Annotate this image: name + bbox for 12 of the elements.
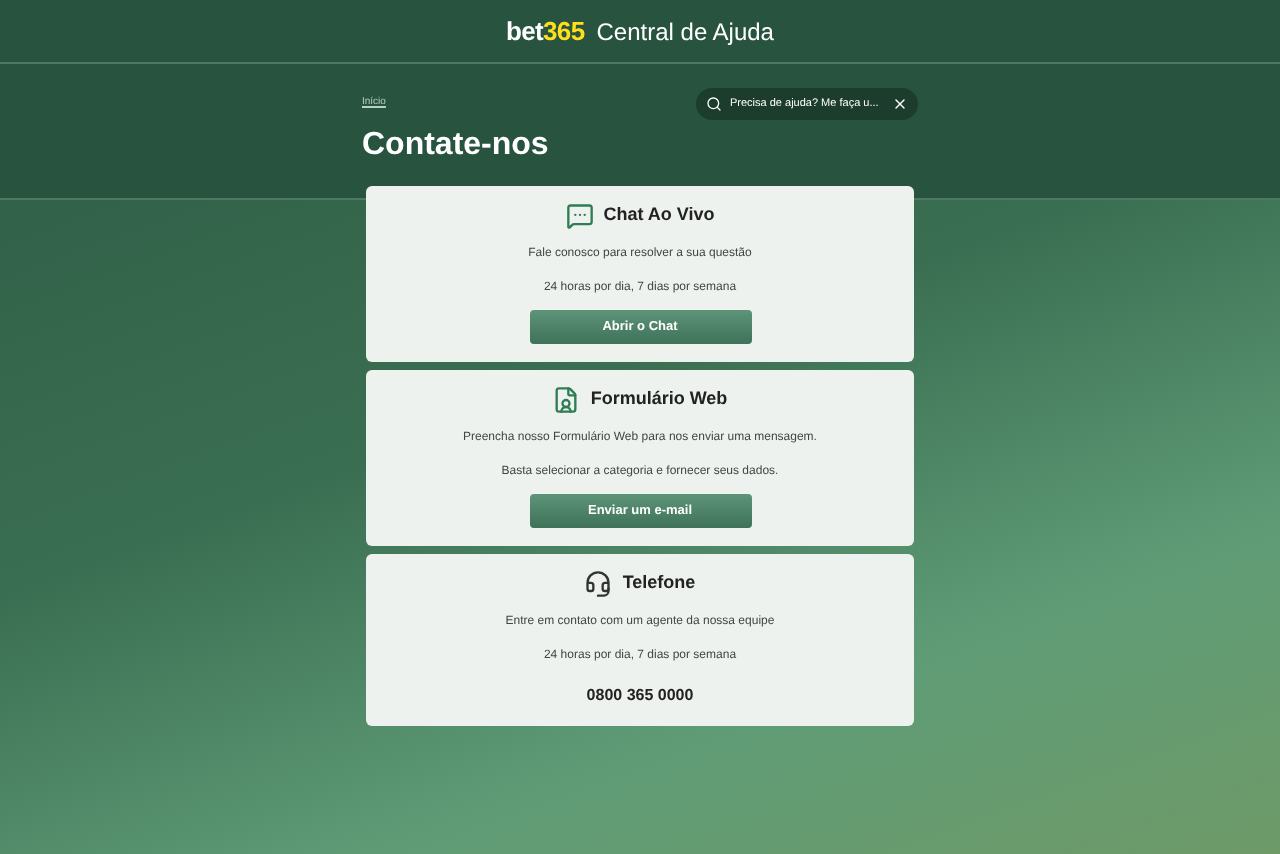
logo: bet365 (506, 13, 585, 50)
header-title: Central de Ajuda (596, 15, 774, 49)
card-title: Formulário Web (590, 386, 728, 413)
form-icon (552, 386, 581, 414)
headset-icon (584, 570, 613, 598)
search-icon (706, 96, 722, 112)
card-title: Telefone (622, 570, 696, 597)
page-title: Contate-nos (362, 126, 551, 166)
phone-number: 0800 365 0000 (586, 684, 694, 708)
card-title: Chat Ao Vivo (603, 202, 715, 229)
chat-icon (565, 202, 594, 230)
close-icon[interactable] (892, 96, 908, 112)
